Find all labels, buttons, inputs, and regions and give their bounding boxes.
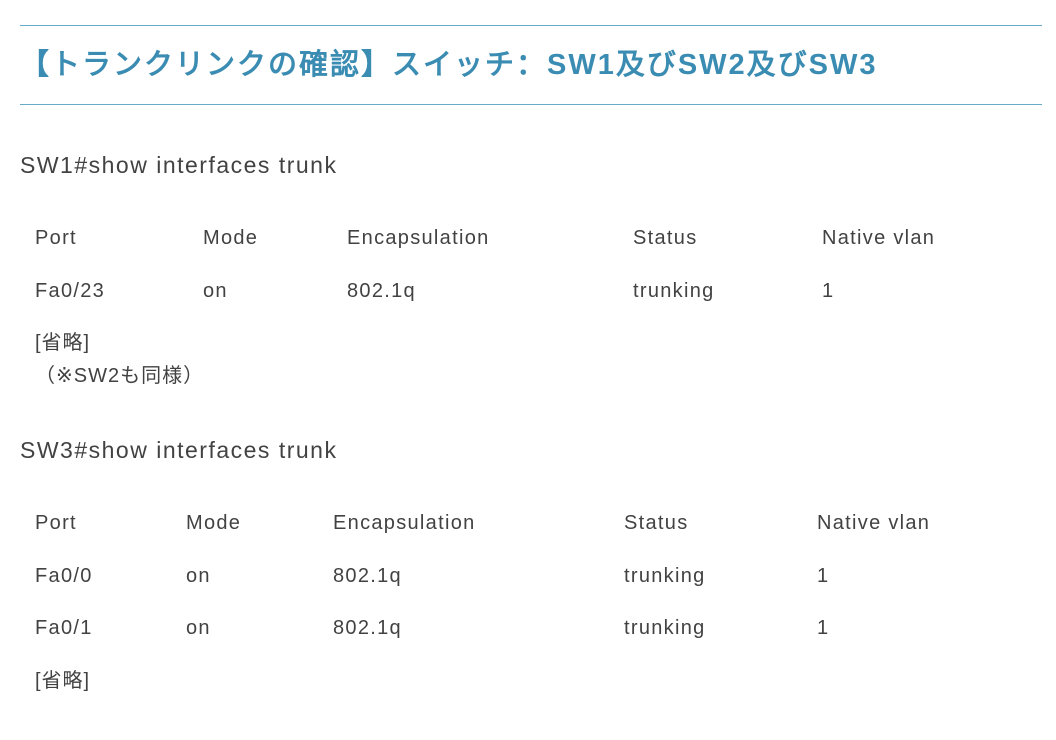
cell-mode: on (186, 617, 211, 639)
table-row: Fa0/0 on 802.1q trunking 1 (0, 561, 1056, 591)
cell-encapsulation: 802.1q (347, 280, 416, 302)
cell-port: Fa0/1 (35, 617, 93, 639)
column-header-native-vlan: Native vlan (822, 227, 936, 249)
cell-port: Fa0/0 (35, 565, 93, 587)
column-header-native-vlan: Native vlan (817, 512, 931, 534)
cell-port: Fa0/23 (35, 280, 106, 302)
page-heading: 【トランクリンクの確認】スイッチ：SW1及びSW2及びSW3 (20, 49, 878, 81)
cell-status: trunking (624, 617, 706, 639)
column-header-encapsulation: Encapsulation (347, 227, 490, 249)
cell-status: trunking (624, 565, 706, 587)
omitted-marker: [省略] (35, 670, 91, 692)
column-header-encapsulation: Encapsulation (333, 512, 476, 534)
cell-mode: on (203, 280, 228, 302)
table-row: Fa0/1 on 802.1q trunking 1 (0, 613, 1056, 643)
cell-encapsulation: 802.1q (333, 617, 402, 639)
cell-encapsulation: 802.1q (333, 565, 402, 587)
column-header-mode: Mode (186, 512, 242, 534)
cell-mode: on (186, 565, 211, 587)
heading-top-rule (20, 25, 1042, 26)
cell-native-vlan: 1 (817, 617, 830, 639)
table-header-row: Port Mode Encapsulation Status Native vl… (0, 223, 1056, 253)
omitted-marker: [省略] (35, 332, 91, 354)
column-header-status: Status (624, 512, 689, 534)
column-header-port: Port (35, 227, 77, 249)
table-row: Fa0/23 on 802.1q trunking 1 (0, 276, 1056, 306)
column-header-mode: Mode (203, 227, 259, 249)
cell-native-vlan: 1 (822, 280, 835, 302)
command-line: SW3#show interfaces trunk (20, 437, 338, 463)
cell-native-vlan: 1 (817, 565, 830, 587)
column-header-port: Port (35, 512, 77, 534)
command-line: SW1#show interfaces trunk (20, 152, 338, 178)
heading-bottom-rule (20, 104, 1042, 105)
page: 【トランクリンクの確認】スイッチ：SW1及びSW2及びSW3 SW1#show … (0, 0, 1056, 740)
column-header-status: Status (633, 227, 698, 249)
cell-status: trunking (633, 280, 715, 302)
table-header-row: Port Mode Encapsulation Status Native vl… (0, 508, 1056, 538)
note-text: （※SW2も同様） (35, 365, 205, 387)
